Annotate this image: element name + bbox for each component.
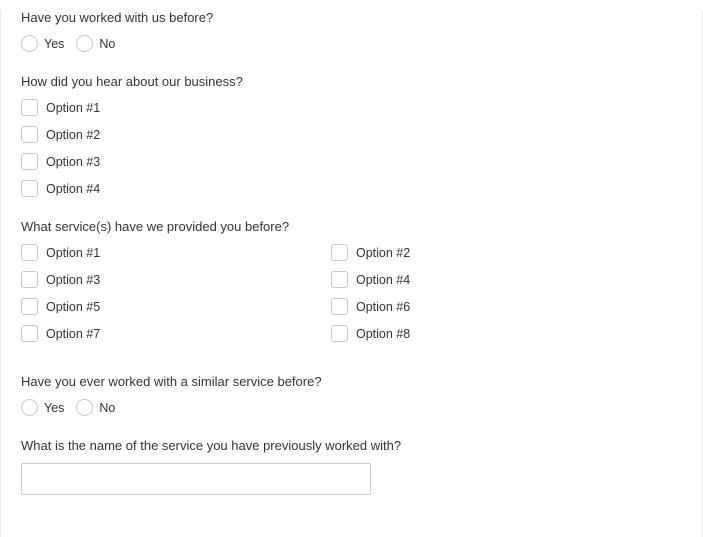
checkbox-label: Option #4 [46,182,100,196]
checkbox-label: Option #3 [46,155,100,169]
checkbox-group-services: Option #1 Option #2 Option #3 Option #4 … [21,244,641,352]
checkbox-input[interactable] [21,126,38,143]
checkbox-option-4: Option #4 [21,180,682,197]
checkbox-option-5: Option #5 [21,298,331,315]
checkbox-option-1: Option #1 [21,244,331,261]
checkbox-input[interactable] [21,271,38,288]
checkbox-input[interactable] [331,298,348,315]
checkbox-label: Option #5 [46,300,100,314]
checkbox-label: Option #8 [356,327,410,341]
checkbox-option-1: Option #1 [21,99,682,116]
checkbox-option-4: Option #4 [331,271,641,288]
radio-yes[interactable] [21,35,38,52]
checkbox-option-8: Option #8 [331,325,641,342]
radio-yes-label: Yes [44,37,64,51]
checkbox-input[interactable] [331,271,348,288]
checkbox-input[interactable] [21,180,38,197]
checkbox-option-3: Option #3 [21,153,682,170]
checkbox-option-3: Option #3 [21,271,331,288]
checkbox-label: Option #7 [46,327,100,341]
question-label: Have you worked with us before? [21,10,682,25]
checkbox-input[interactable] [21,244,38,261]
radio-group-worked-before: Yes No [21,35,682,52]
checkbox-option-2: Option #2 [331,244,641,261]
radio-yes-label: Yes [44,401,64,415]
checkbox-option-7: Option #7 [21,325,331,342]
checkbox-label: Option #1 [46,101,100,115]
checkbox-option-6: Option #6 [331,298,641,315]
radio-no-label: No [99,401,115,415]
field-hear-about: How did you hear about our business? Opt… [21,74,682,197]
radio-group-similar-service: Yes No [21,399,682,416]
checkbox-option-2: Option #2 [21,126,682,143]
question-label: How did you hear about our business? [21,74,682,89]
question-label: Have you ever worked with a similar serv… [21,374,682,389]
checkbox-group-hear-about: Option #1 Option #2 Option #3 Option #4 [21,99,682,197]
checkbox-label: Option #1 [46,246,100,260]
checkbox-input[interactable] [21,99,38,116]
checkbox-input[interactable] [331,244,348,261]
checkbox-label: Option #2 [46,128,100,142]
radio-no[interactable] [76,399,93,416]
radio-yes[interactable] [21,399,38,416]
checkbox-input[interactable] [331,325,348,342]
field-service-name: What is the name of the service you have… [21,438,682,495]
checkbox-label: Option #6 [356,300,410,314]
field-worked-before: Have you worked with us before? Yes No [21,10,682,52]
field-similar-service: Have you ever worked with a similar serv… [21,374,682,416]
question-label: What is the name of the service you have… [21,438,682,453]
checkbox-input[interactable] [21,153,38,170]
checkbox-input[interactable] [21,298,38,315]
form-container: Have you worked with us before? Yes No H… [0,10,703,537]
checkbox-label: Option #4 [356,273,410,287]
service-name-input[interactable] [21,463,371,495]
checkbox-label: Option #3 [46,273,100,287]
radio-no-label: No [99,37,115,51]
question-label: What service(s) have we provided you bef… [21,219,682,234]
checkbox-label: Option #2 [356,246,410,260]
radio-no[interactable] [76,35,93,52]
checkbox-input[interactable] [21,325,38,342]
field-services-provided: What service(s) have we provided you bef… [21,219,682,352]
